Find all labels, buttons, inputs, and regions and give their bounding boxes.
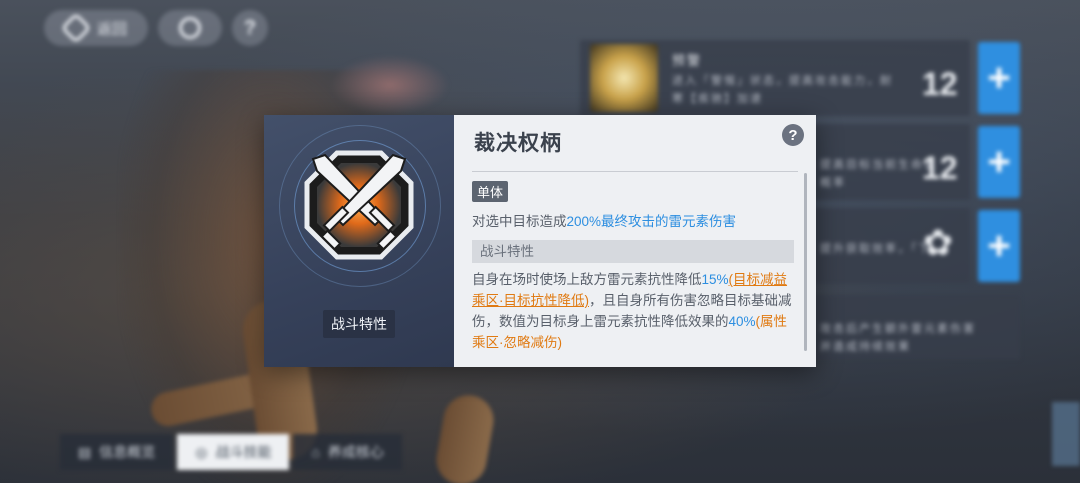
help-button[interactable]: ? [782, 124, 804, 146]
row-text: 概率 [820, 177, 846, 189]
text-segment: 自身在场时使场上敌方雷元素抗性降低 [472, 272, 702, 287]
crossed-swords-icon [304, 150, 414, 260]
skill-title: 裁决权柄 [474, 132, 562, 155]
skill-detail-popup: 战斗特性 裁决权柄 ? 单体 对选中目标造成200%最终攻击的雷元素伤害 战斗特… [264, 115, 816, 367]
back-icon [60, 12, 92, 44]
divider [472, 171, 798, 172]
level-value: 12 [922, 150, 958, 186]
core-icon: ⌂ [311, 444, 320, 460]
skill-description-scroll[interactable]: 单体 对选中目标造成200%最终攻击的雷元素伤害 战斗特性 自身在场时使场上敌方… [472, 179, 794, 359]
row-text: 进入「警惕」状态，提高攻击能力，耐 [672, 75, 893, 87]
tab-overview[interactable]: ▤ 信息概览 [60, 434, 174, 470]
plus-icon: + [987, 55, 1011, 100]
skill-icon: ◎ [195, 443, 208, 460]
plus-icon: + [987, 139, 1011, 184]
refresh-icon [179, 17, 201, 39]
row-title: 预警 [672, 53, 703, 68]
trait-effect-text: 自身在场时使场上敌方雷元素抗性降低15%(目标减益乘区·目标抗性降低)，且自身所… [472, 269, 794, 353]
upgrade-button[interactable]: + [978, 126, 1020, 198]
section-header: 战斗特性 [472, 240, 794, 263]
ignore-defense-value: 40% [728, 314, 756, 329]
resist-reduction-value: 15% [701, 272, 729, 287]
plus-icon: + [987, 223, 1011, 268]
scrollbar[interactable] [804, 173, 807, 351]
refresh-button[interactable] [158, 10, 222, 46]
level-value: 12 [922, 66, 958, 102]
skill-info-panel: 裁决权柄 ? 单体 对选中目标造成200%最终攻击的雷元素伤害 战斗特性 自身在… [454, 115, 816, 367]
trait-tag: 战斗特性 [323, 310, 395, 338]
tab-label: 信息概览 [99, 444, 156, 460]
row-text: 提高目标当前生命值 [820, 159, 937, 171]
row-text: 攻击后产生额外雷元素伤害 [820, 323, 976, 335]
question-icon: ? [243, 16, 257, 39]
skill-emblem-panel: 战斗特性 [264, 115, 454, 367]
tab-label: 战斗技能 [215, 444, 272, 460]
question-icon: ? [788, 126, 798, 144]
character-hair [330, 55, 450, 115]
lotus-icon: ✿ [922, 222, 954, 263]
game-screen: 返回 ? 预警 进入「警惕」状态，提高攻击能力，耐 寒【疾驰】加速 12 + 提… [0, 0, 1080, 483]
row-text: 并造成持续效果 [820, 341, 911, 353]
tab-growth-core[interactable]: ⌂ 养成核心 [293, 434, 402, 470]
back-button[interactable]: 返回 [44, 10, 148, 46]
upgrade-button[interactable]: + [978, 210, 1020, 282]
info-icon: ▤ [78, 443, 92, 460]
side-panel-button[interactable] [1052, 402, 1080, 466]
tab-label: 养成核心 [327, 444, 384, 460]
row-text: 寒【疾驰】加速 [672, 93, 763, 105]
help-button[interactable]: ? [232, 10, 268, 46]
text-segment: 最终攻击的雷元素伤害 [601, 214, 737, 229]
character-foot [432, 391, 498, 483]
upgrade-button[interactable]: + [978, 42, 1020, 114]
text-segment: 对选中目标造成 [472, 214, 567, 229]
damage-percent: 200% [566, 214, 602, 229]
back-label: 返回 [96, 20, 127, 38]
tab-combat-skills[interactable]: ◎ 战斗技能 [177, 434, 290, 470]
skill-thumbnail [590, 44, 658, 112]
target-type-badge: 单体 [472, 181, 509, 202]
bottom-tab-bar: ▤ 信息概览 ◎ 战斗技能 ⌂ 养成核心 [60, 432, 406, 472]
skill-effect-text: 对选中目标造成200%最终攻击的雷元素伤害 [472, 211, 794, 232]
